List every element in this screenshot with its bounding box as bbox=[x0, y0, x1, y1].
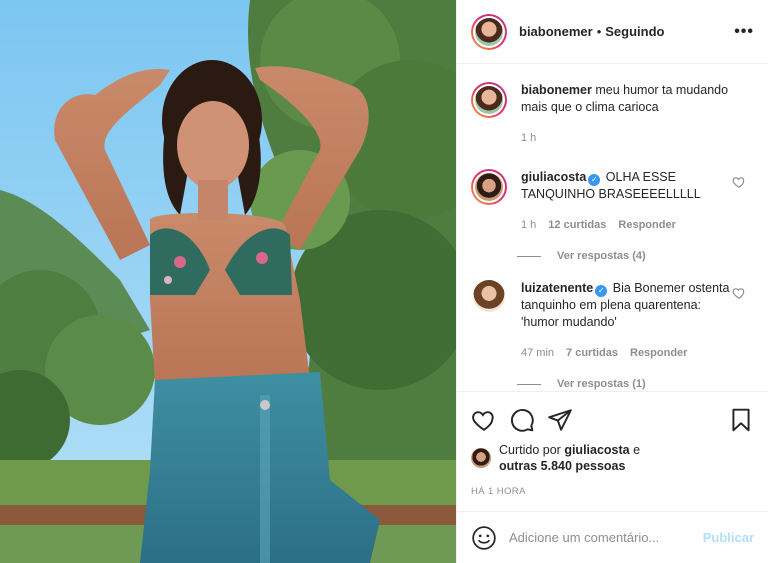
emoji-icon[interactable] bbox=[471, 525, 497, 551]
likes-count-link[interactable]: outras 5.840 pessoas bbox=[499, 459, 625, 473]
post-side-panel: biabonemer • Seguindo ••• biabonemer meu… bbox=[456, 0, 768, 563]
liked-by-conj: e bbox=[633, 443, 641, 457]
publish-button[interactable]: Publicar bbox=[703, 530, 754, 545]
caption: biabonemer meu humor ta mudando mais que… bbox=[471, 82, 754, 147]
replies-divider bbox=[517, 255, 541, 257]
replies-divider bbox=[517, 383, 541, 385]
post-photo[interactable] bbox=[0, 0, 456, 563]
comment-likes[interactable]: 7 curtidas bbox=[566, 345, 618, 362]
comment-item: luizatenente ✓ Bia Bonemer ostenta tanqui… bbox=[471, 280, 754, 362]
comment-avatar[interactable] bbox=[473, 280, 505, 312]
comment-input[interactable] bbox=[509, 530, 703, 545]
caption-time[interactable]: 1 h bbox=[521, 130, 536, 147]
share-icon[interactable] bbox=[547, 407, 573, 433]
liked-by-prefix: Curtido por bbox=[499, 443, 561, 457]
comment-username[interactable]: giuliacosta bbox=[521, 170, 586, 184]
follow-status-button[interactable]: Seguindo bbox=[605, 24, 664, 39]
action-icons-row bbox=[471, 400, 754, 440]
add-comment-bar: Publicar bbox=[457, 511, 768, 563]
instagram-post: biabonemer • Seguindo ••• biabonemer meu… bbox=[0, 0, 768, 563]
comment-time[interactable]: 47 min bbox=[521, 345, 554, 362]
post-actions: Curtido por giuliacosta e outras 5.840 p… bbox=[457, 391, 768, 511]
author-avatar[interactable] bbox=[471, 13, 507, 50]
liker-username[interactable]: giuliacosta bbox=[564, 443, 629, 457]
save-icon[interactable] bbox=[728, 407, 754, 433]
comment-likes[interactable]: 12 curtidas bbox=[548, 217, 606, 234]
post-timestamp[interactable]: HÁ 1 HORA bbox=[471, 486, 754, 497]
author-username[interactable]: biabonemer bbox=[519, 24, 593, 39]
comments-list: biabonemer meu humor ta mudando mais que… bbox=[457, 64, 768, 391]
liker-avatar[interactable] bbox=[471, 448, 491, 468]
reply-button[interactable]: Responder bbox=[630, 345, 687, 362]
view-replies-button[interactable]: Ver respostas (1) bbox=[517, 378, 754, 390]
comment-like-heart-icon[interactable] bbox=[732, 286, 746, 300]
post-header: biabonemer • Seguindo ••• bbox=[457, 0, 768, 64]
likes-summary: Curtido por giuliacosta e outras 5.840 p… bbox=[471, 442, 754, 474]
comment-avatar[interactable] bbox=[471, 169, 507, 205]
verified-badge-icon: ✓ bbox=[595, 285, 608, 297]
more-horizontal-icon[interactable]: ••• bbox=[734, 23, 754, 41]
view-replies-label: Ver respostas (1) bbox=[557, 378, 646, 390]
comment-username[interactable]: luizatenente bbox=[521, 281, 593, 295]
comment-icon[interactable] bbox=[509, 407, 535, 433]
caption-username[interactable]: biabonemer bbox=[521, 83, 592, 97]
reply-button[interactable]: Responder bbox=[618, 217, 675, 234]
verified-badge-icon: ✓ bbox=[588, 174, 601, 186]
comment-item: giuliacosta ✓ OLHA ESSE TANQUINHO BRASEEE… bbox=[471, 169, 754, 234]
photo-illustration bbox=[0, 0, 456, 563]
caption-avatar[interactable] bbox=[471, 82, 507, 118]
view-replies-button[interactable]: Ver respostas (4) bbox=[517, 250, 754, 262]
heart-icon[interactable] bbox=[471, 407, 497, 433]
view-replies-label: Ver respostas (4) bbox=[557, 250, 646, 262]
comment-time[interactable]: 1 h bbox=[521, 217, 536, 234]
header-separator: • bbox=[596, 24, 602, 39]
comment-like-heart-icon[interactable] bbox=[732, 175, 746, 189]
